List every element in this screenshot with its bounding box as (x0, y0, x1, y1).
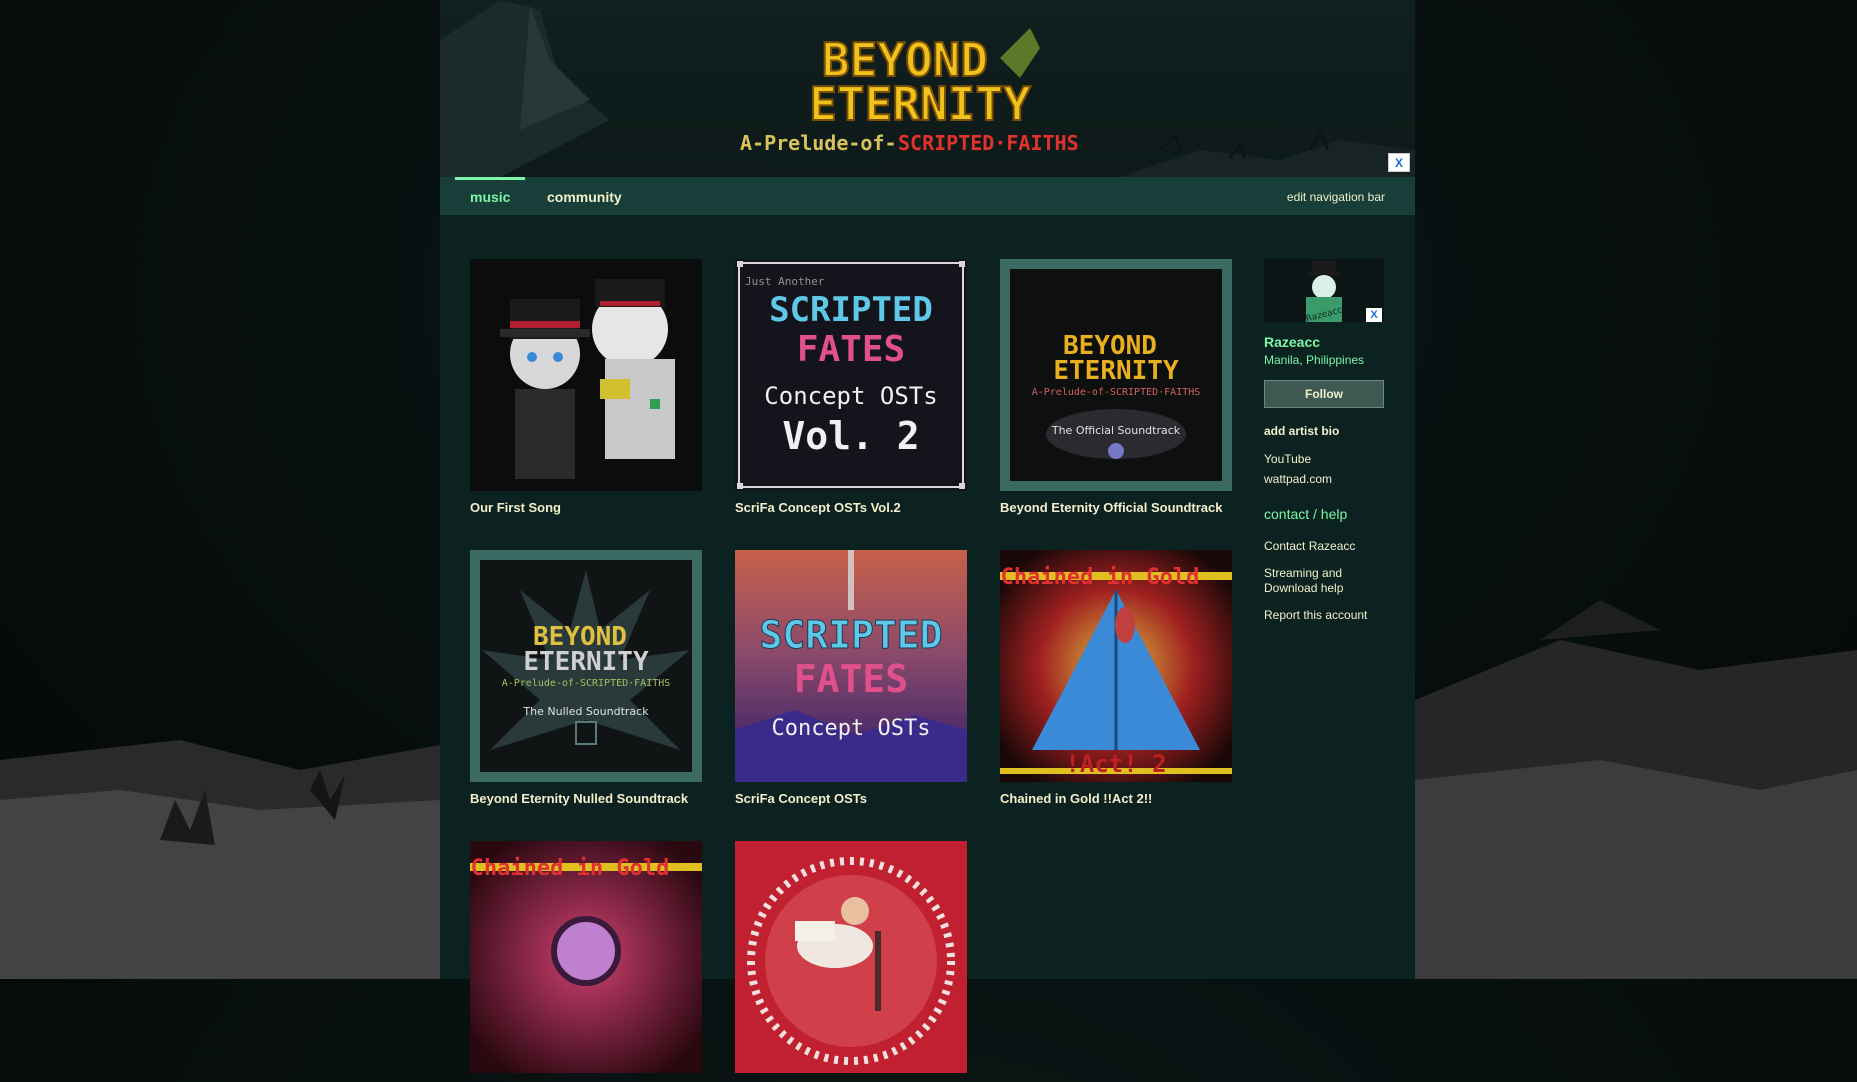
banner-close-button[interactable]: X (1388, 153, 1410, 172)
tab-community[interactable]: community (547, 177, 622, 215)
album-card[interactable]: Chained in Gold (470, 841, 702, 1082)
contact-help-heading: contact / help (1264, 506, 1348, 522)
album-title[interactable]: Our First Song (470, 500, 702, 515)
album-cover[interactable]: Just Another SCRIPTED FATES Concept OSTs… (735, 259, 967, 491)
logo-sub-b: SCRIPTED·FAITHS (898, 131, 1079, 155)
album-card[interactable]: Just Another SCRIPTED FATES Concept OSTs… (735, 259, 967, 515)
album-card[interactable]: BEYOND ETERNITY A-Prelude-of-SCRIPTED·FA… (470, 550, 702, 806)
svg-text:SCRIPTED: SCRIPTED (759, 613, 942, 657)
navigation-bar: music community edit navigation bar (440, 177, 1415, 215)
album-cover[interactable]: BEYOND ETERNITY A-Prelude-of-SCRIPTED·FA… (1000, 259, 1232, 491)
album-title[interactable]: Beyond Eternity Nulled Soundtrack (470, 791, 702, 806)
album-cover[interactable]: SCRIPTED FATES Concept OSTs (735, 550, 967, 782)
album-card[interactable]: Chained in Gold !Act! 2 Chained in Gold … (1000, 550, 1232, 806)
svg-text:A-Prelude-of-SCRIPTED·FAITHS: A-Prelude-of-SCRIPTED·FAITHS (1032, 387, 1201, 398)
album-art: SCRIPTED FATES Concept OSTs (735, 550, 967, 782)
album-title[interactable]: ScriFa Concept OSTs (735, 791, 967, 806)
avatar-close-button[interactable]: X (1366, 308, 1382, 322)
album-title[interactable]: ScriFa Concept OSTs Vol.2 (735, 500, 967, 515)
header-banner: BEYOND ETERNITY A-Prelude-of- SCRIPTED·F… (440, 0, 1415, 177)
wattpad-link[interactable]: wattpad.com (1264, 472, 1389, 486)
album-cover[interactable]: Chained in Gold !Act! 2 (1000, 550, 1232, 782)
album-card[interactable]: BEYOND ETERNITY A-Prelude-of-SCRIPTED·FA… (1000, 259, 1232, 515)
contact-artist-link[interactable]: Contact Razeacc (1264, 539, 1389, 553)
album-art: Just Another SCRIPTED FATES Concept OSTs… (735, 259, 967, 491)
album-cover[interactable] (735, 841, 967, 1073)
svg-text:The Nulled Soundtrack: The Nulled Soundtrack (522, 705, 649, 718)
artist-name[interactable]: Razeacc (1264, 334, 1389, 350)
follow-button[interactable]: Follow (1264, 380, 1384, 408)
artist-avatar[interactable]: Razeacc X (1264, 259, 1384, 322)
svg-text:SCRIPTED: SCRIPTED (769, 290, 933, 330)
album-title[interactable]: Beyond Eternity Official Soundtrack (1000, 500, 1232, 515)
logo-leaf (1000, 28, 1040, 78)
streaming-help-link[interactable]: Streaming and Download help (1264, 566, 1389, 596)
artist-sidebar: Razeacc X Razeacc Manila, Philippines Fo… (1264, 259, 1389, 622)
svg-text:Just Another: Just Another (745, 275, 825, 288)
album-title[interactable]: Chained in Gold !!Act 2!! (1000, 791, 1232, 806)
album-art: BEYOND ETERNITY A-Prelude-of-SCRIPTED·FA… (470, 550, 702, 782)
banner-logo: BEYOND ETERNITY A-Prelude-of- SCRIPTED·F… (740, 28, 1079, 155)
album-art: Chained in Gold !Act! 2 (1000, 550, 1232, 782)
logo-sub-a: A-Prelude-of- (740, 131, 897, 155)
svg-text:The Official Soundtrack: The Official Soundtrack (1051, 424, 1181, 437)
album-art (470, 259, 702, 491)
tab-music[interactable]: music (454, 177, 526, 215)
album-art: Chained in Gold (470, 841, 702, 1073)
svg-text:FATES: FATES (797, 329, 905, 370)
svg-text:A-Prelude-of-SCRIPTED·FAITHS: A-Prelude-of-SCRIPTED·FAITHS (502, 678, 671, 689)
edit-navigation-link[interactable]: edit navigation bar (1287, 177, 1385, 215)
album-card[interactable]: Our First Song (470, 259, 702, 515)
album-card[interactable]: SCRIPTED FATES Concept OSTs ScriFa Conce… (735, 550, 967, 806)
youtube-link[interactable]: YouTube (1264, 452, 1389, 466)
logo-line2: ETERNITY (809, 77, 1031, 131)
album-art (735, 841, 967, 1073)
svg-text:ETERNITY: ETERNITY (523, 647, 649, 677)
svg-text:Concept OSTs: Concept OSTs (772, 716, 931, 741)
svg-text:ETERNITY: ETERNITY (1053, 356, 1179, 386)
album-cover[interactable] (470, 259, 702, 491)
add-artist-bio-link[interactable]: add artist bio (1264, 424, 1389, 438)
report-account-link[interactable]: Report this account (1264, 608, 1389, 622)
svg-text:Concept OSTs: Concept OSTs (764, 382, 937, 410)
album-art: BEYOND ETERNITY A-Prelude-of-SCRIPTED·FA… (1000, 259, 1232, 491)
page-container: BEYOND ETERNITY A-Prelude-of- SCRIPTED·F… (440, 0, 1415, 1073)
album-cover[interactable]: Chained in Gold (470, 841, 702, 1073)
svg-text:Vol. 2: Vol. 2 (782, 414, 919, 458)
svg-text:FATES: FATES (794, 657, 908, 701)
svg-text:!Act! 2: !Act! 2 (1065, 750, 1166, 778)
album-cover[interactable]: BEYOND ETERNITY A-Prelude-of-SCRIPTED·FA… (470, 550, 702, 782)
svg-text:Chained in Gold: Chained in Gold (1001, 565, 1200, 590)
album-card[interactable] (735, 841, 967, 1082)
artist-location: Manila, Philippines (1264, 353, 1365, 367)
svg-text:Chained in Gold: Chained in Gold (471, 856, 670, 881)
